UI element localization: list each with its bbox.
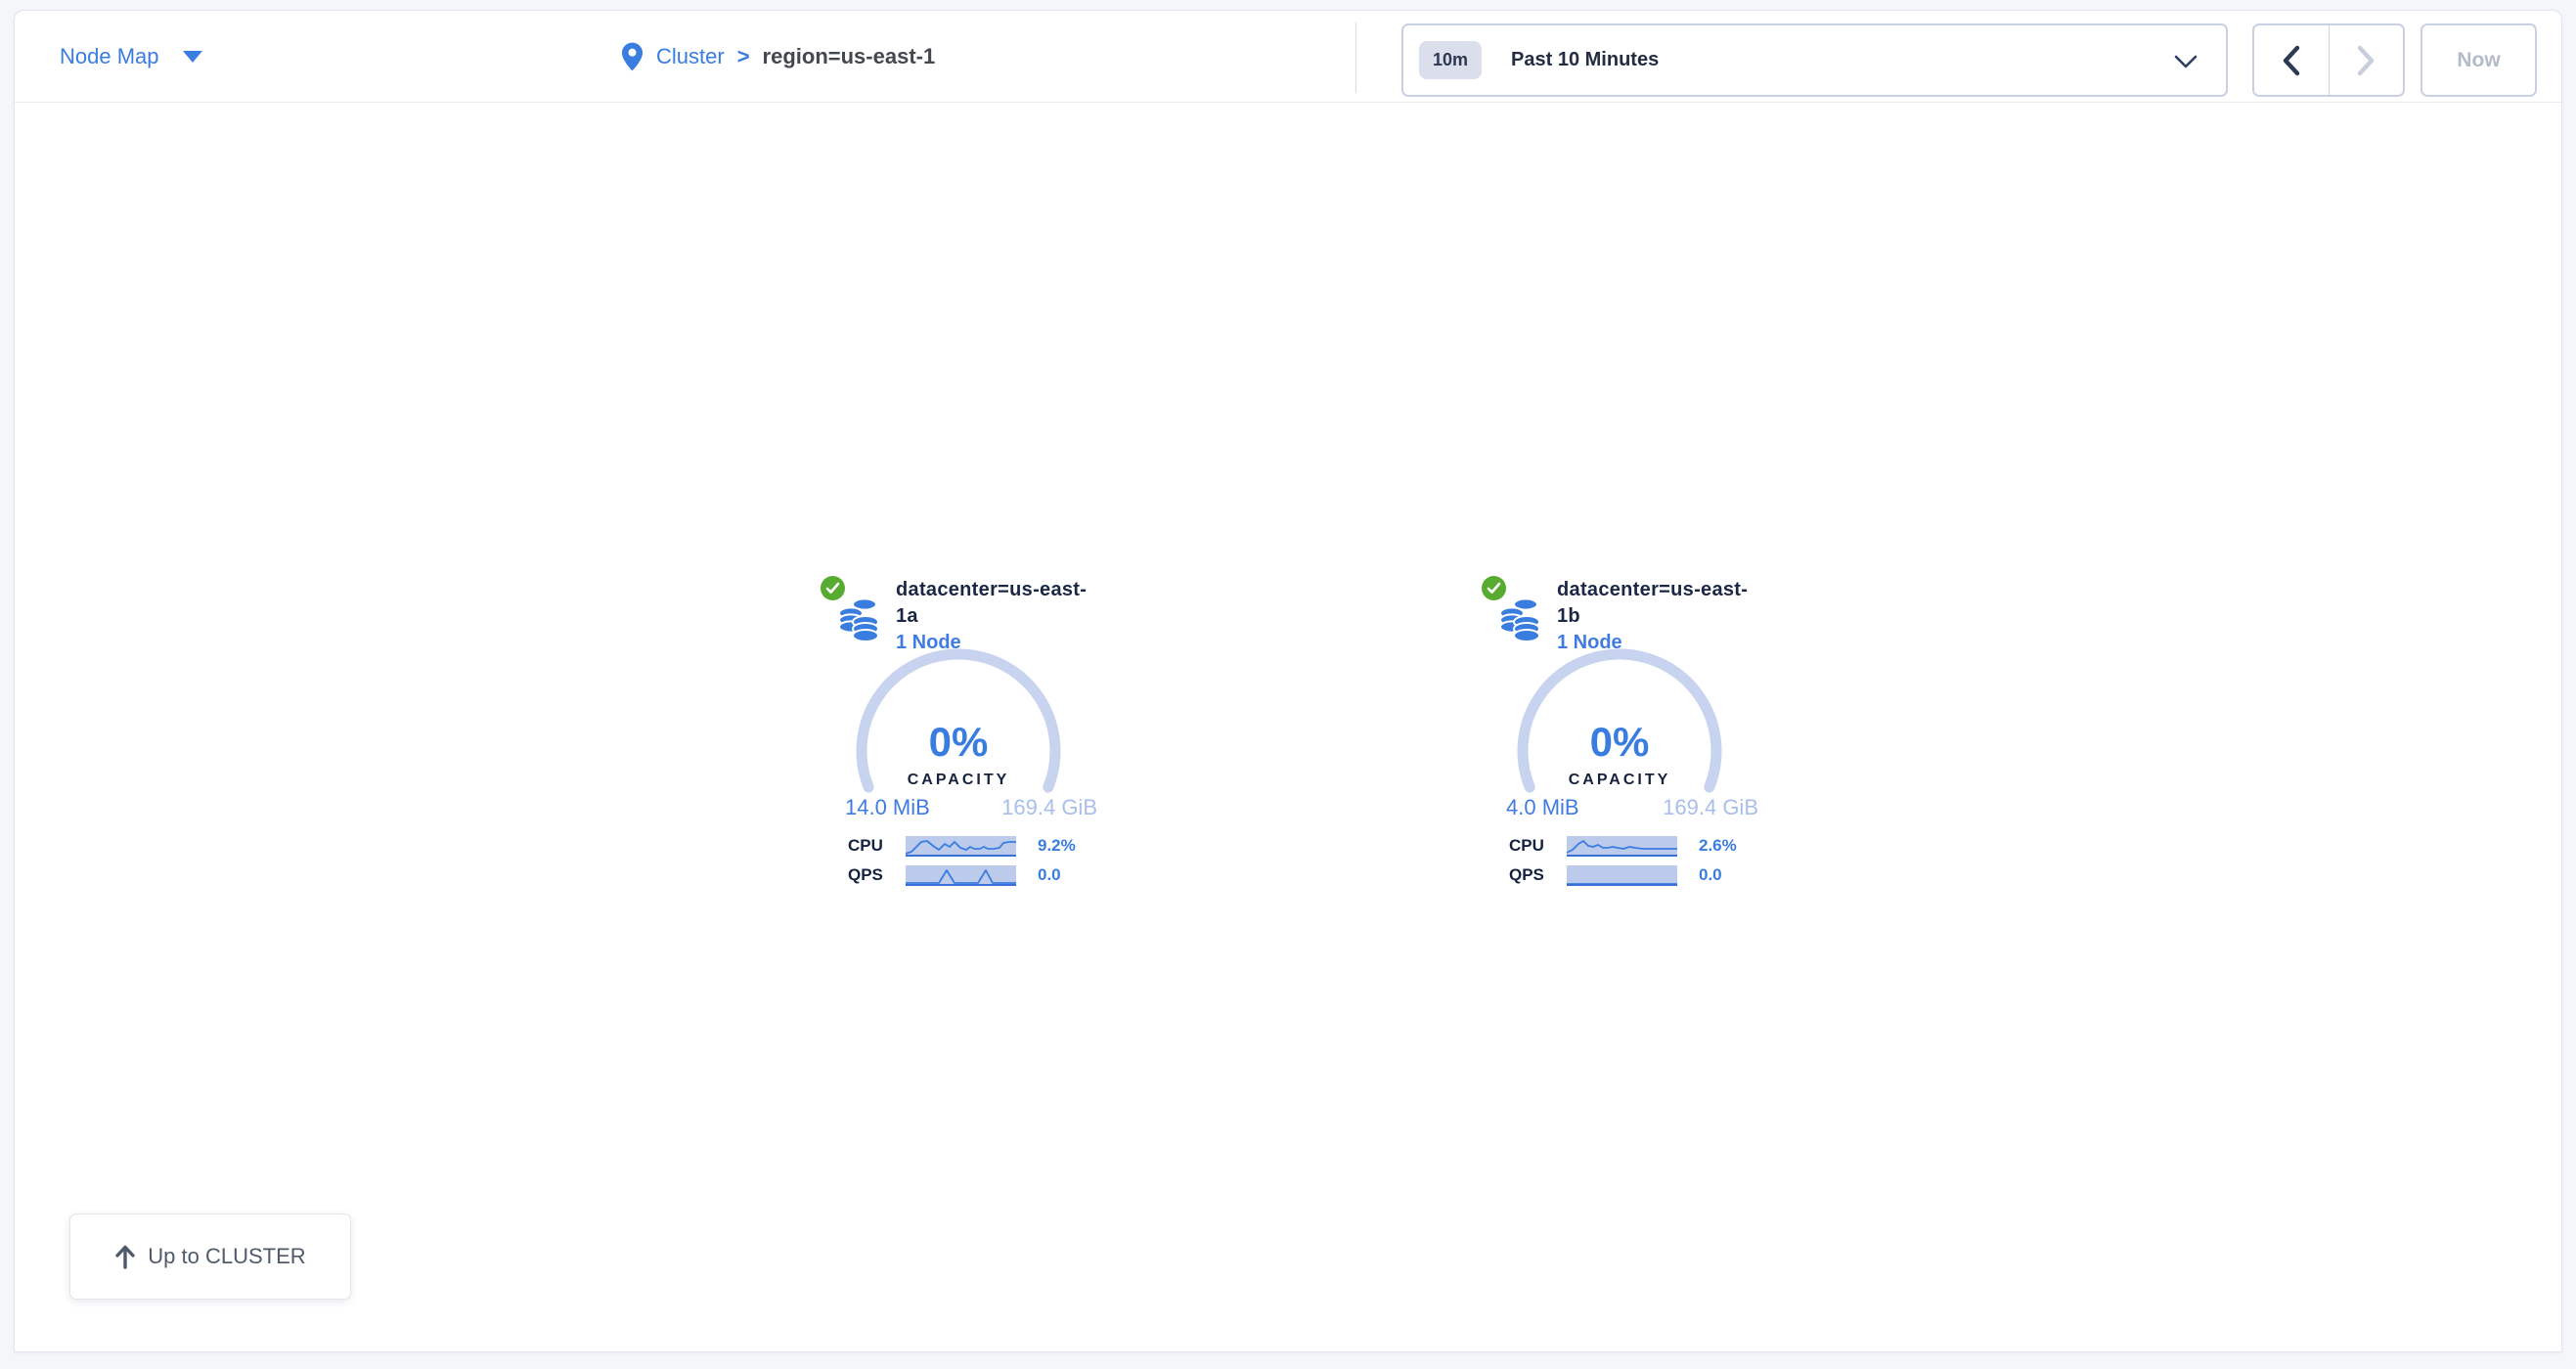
capacity-used: 14.0 MiB <box>845 795 930 820</box>
now-button[interactable]: Now <box>2421 23 2537 97</box>
qps-sparkline-chart <box>906 865 1016 886</box>
map-pin-icon <box>621 41 644 72</box>
chevron-left-icon <box>2281 45 2302 76</box>
datacenter-card[interactable]: datacenter=us-east-1b 1 Node 0% CAPACITY… <box>1474 573 1767 905</box>
qps-value: 0.0 <box>1699 865 1722 885</box>
capacity-total: 169.4 GiB <box>1663 795 1758 820</box>
time-window-badge: 10m <box>1419 41 1482 79</box>
time-next-button[interactable] <box>2330 25 2404 95</box>
database-icon <box>1499 596 1542 643</box>
qps-label: QPS <box>848 865 904 885</box>
qps-label: QPS <box>1509 865 1565 885</box>
cpu-metric-row: CPU 9.2% <box>848 835 1083 857</box>
cpu-value: 2.6% <box>1699 836 1737 856</box>
view-selector-dropdown[interactable]: Node Map <box>60 11 202 103</box>
time-prev-button[interactable] <box>2254 25 2330 95</box>
caret-down-icon <box>183 51 202 63</box>
breadcrumb-separator: > <box>737 44 750 69</box>
capacity-gauge-center: 0% CAPACITY <box>1512 643 1727 859</box>
cpu-label: CPU <box>1509 836 1565 856</box>
datacenter-name: datacenter=us-east-1a <box>896 577 1106 630</box>
time-window-label: Past 10 Minutes <box>1511 49 1659 71</box>
datacenter-card[interactable]: datacenter=us-east-1a 1 Node 0% CAPACITY… <box>813 573 1106 905</box>
qps-metric-row: QPS 0.0 <box>848 864 1083 886</box>
capacity-gauge-center: 0% CAPACITY <box>851 643 1066 859</box>
capacity-values-row: 4.0 MiB 169.4 GiB <box>1506 795 1758 820</box>
view-selector-label: Node Map <box>60 44 159 69</box>
up-to-cluster-label: Up to CLUSTER <box>148 1244 305 1269</box>
header-bar: Node Map Cluster > region=us-east-1 10m … <box>15 11 2561 103</box>
capacity-total: 169.4 GiB <box>1001 795 1097 820</box>
datacenter-name: datacenter=us-east-1b <box>1557 577 1767 630</box>
time-nav-group <box>2252 23 2405 97</box>
capacity-percent: 0% <box>1590 719 1650 766</box>
capacity-values-row: 14.0 MiB 169.4 GiB <box>845 795 1097 820</box>
cpu-value: 9.2% <box>1038 836 1076 856</box>
qps-value: 0.0 <box>1038 865 1061 885</box>
node-map-panel: Node Map Cluster > region=us-east-1 10m … <box>14 10 2562 1352</box>
up-to-cluster-button[interactable]: Up to CLUSTER <box>69 1214 351 1300</box>
breadcrumb-current: region=us-east-1 <box>763 44 936 69</box>
database-icon <box>838 596 881 643</box>
cpu-sparkline-chart <box>906 836 1016 857</box>
cpu-label: CPU <box>848 836 904 856</box>
arrow-up-icon <box>114 1244 136 1269</box>
capacity-label: CAPACITY <box>908 772 1010 789</box>
chevron-right-icon <box>2355 45 2376 76</box>
breadcrumb: Cluster > region=us-east-1 <box>621 11 935 103</box>
chevron-down-icon <box>2173 53 2198 70</box>
qps-sparkline-chart <box>1567 865 1677 886</box>
capacity-percent: 0% <box>929 719 989 766</box>
now-button-label: Now <box>2457 49 2500 72</box>
qps-metric-row: QPS 0.0 <box>1509 864 1744 886</box>
capacity-used: 4.0 MiB <box>1506 795 1579 820</box>
cpu-sparkline-chart <box>1567 836 1677 857</box>
cpu-metric-row: CPU 2.6% <box>1509 835 1744 857</box>
capacity-label: CAPACITY <box>1569 772 1671 789</box>
breadcrumb-cluster-link[interactable]: Cluster <box>656 44 725 69</box>
header-divider <box>1355 22 1356 93</box>
time-window-dropdown[interactable]: 10m Past 10 Minutes <box>1401 23 2228 97</box>
